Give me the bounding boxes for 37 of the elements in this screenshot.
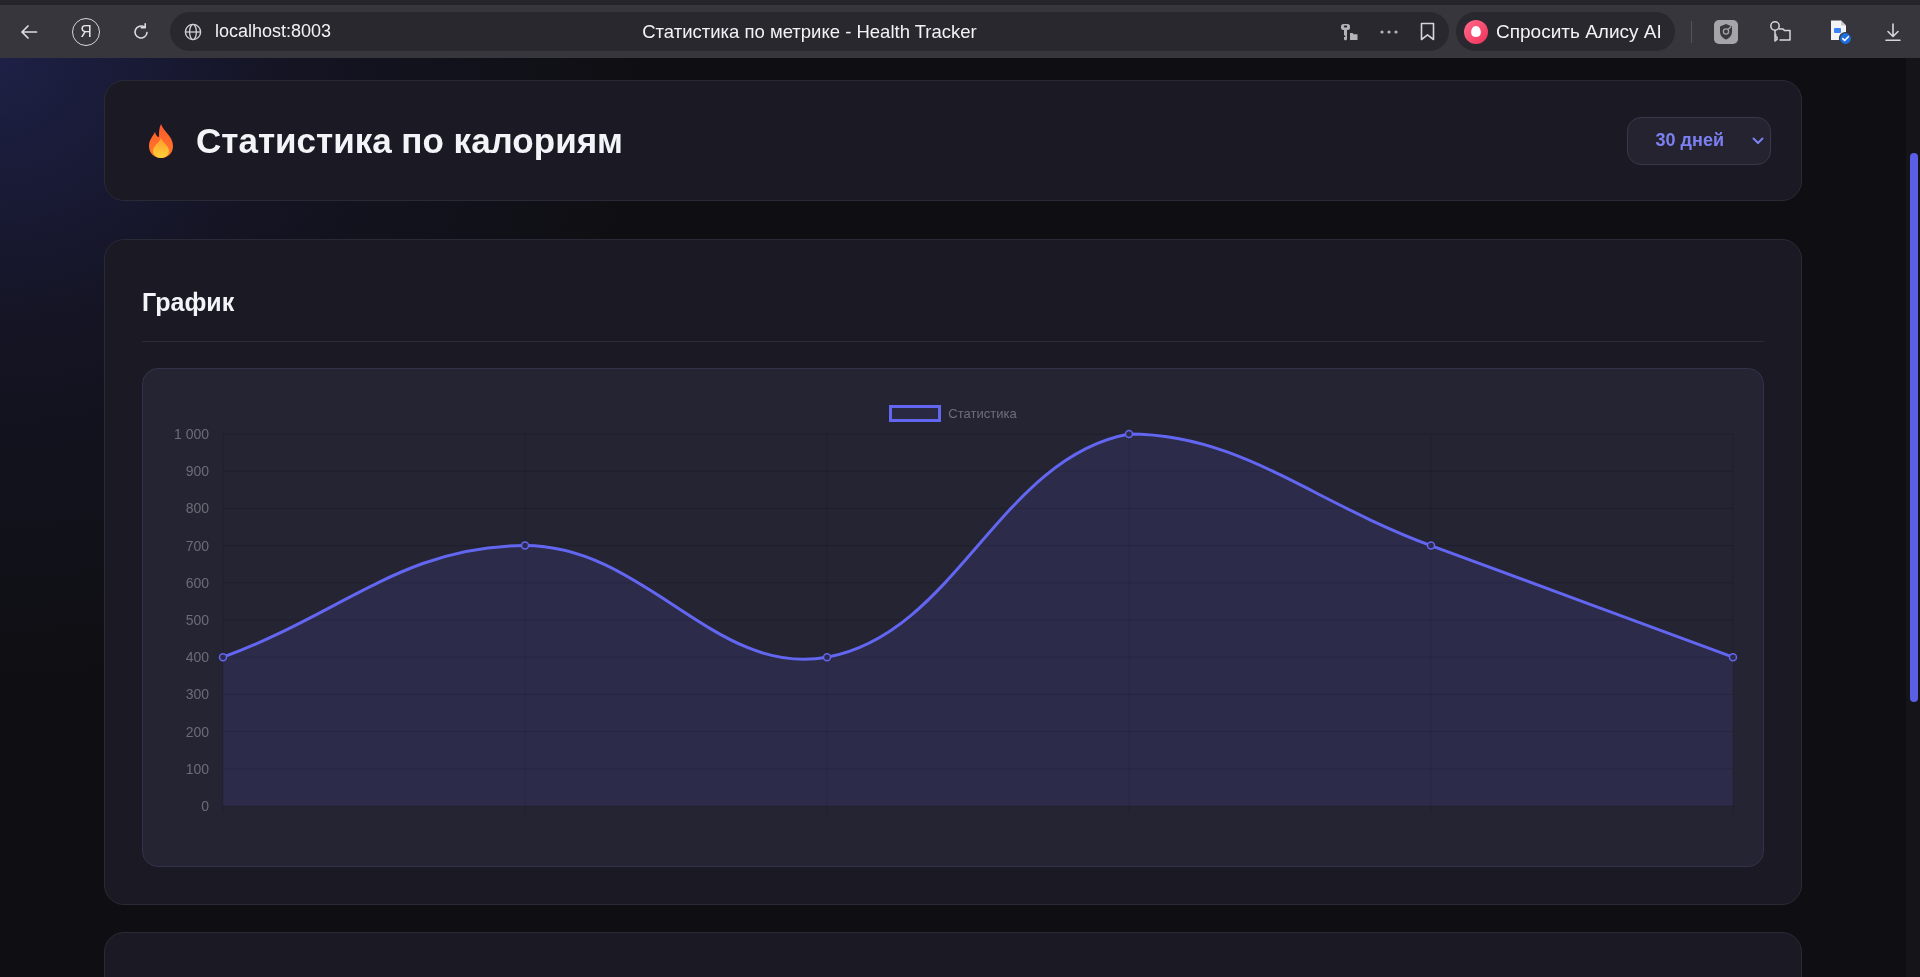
assistant-icon	[1464, 19, 1488, 44]
address-bar[interactable]: localhost:8003 Статистика по метрике - Health Tracker	[170, 12, 1449, 51]
y-axis-label: 1 000	[173, 426, 209, 442]
y-axis-label: 0	[201, 798, 209, 814]
data-point	[520, 541, 530, 550]
more-icon[interactable]	[1380, 29, 1398, 34]
legend-label: Статистика	[948, 406, 1017, 421]
bookmark-icon[interactable]	[1420, 22, 1435, 41]
data-point	[1124, 429, 1134, 439]
data-point	[822, 652, 832, 662]
key-folder-icon[interactable]	[1767, 19, 1792, 44]
flame-icon	[147, 122, 175, 159]
y-axis-label: 500	[185, 612, 209, 628]
y-axis-label: 600	[185, 574, 209, 591]
page-title: Статистика по метрике - Health Tracker	[642, 20, 977, 43]
data-point	[1728, 652, 1738, 662]
data-point	[218, 652, 228, 662]
data-point	[1426, 541, 1436, 550]
scrollbar-thumb[interactable]	[1910, 153, 1918, 702]
y-axis-label: 200	[185, 723, 209, 740]
y-axis-label: 900	[185, 463, 209, 480]
y-axis-label: 800	[185, 500, 209, 517]
y-axis-label: 700	[185, 537, 209, 554]
url-text: localhost:8003	[215, 21, 332, 42]
y-axis-label: 400	[185, 649, 209, 666]
reload-icon[interactable]	[131, 21, 151, 42]
shield-icon[interactable]	[1713, 19, 1738, 44]
page-heading: Статистика по калориям	[196, 119, 623, 162]
assistant-button[interactable]: Спросить Алису AI	[1456, 12, 1675, 51]
key-icon[interactable]	[1340, 22, 1358, 41]
chevron-down-icon	[1752, 136, 1764, 145]
y-axis-label: 100	[185, 760, 209, 777]
section-title: График	[142, 285, 1764, 342]
globe-icon	[184, 22, 202, 41]
download-icon[interactable]	[1882, 21, 1903, 42]
y-axis-label: 300	[185, 686, 209, 703]
period-select[interactable]: 30 дней	[1626, 116, 1771, 165]
